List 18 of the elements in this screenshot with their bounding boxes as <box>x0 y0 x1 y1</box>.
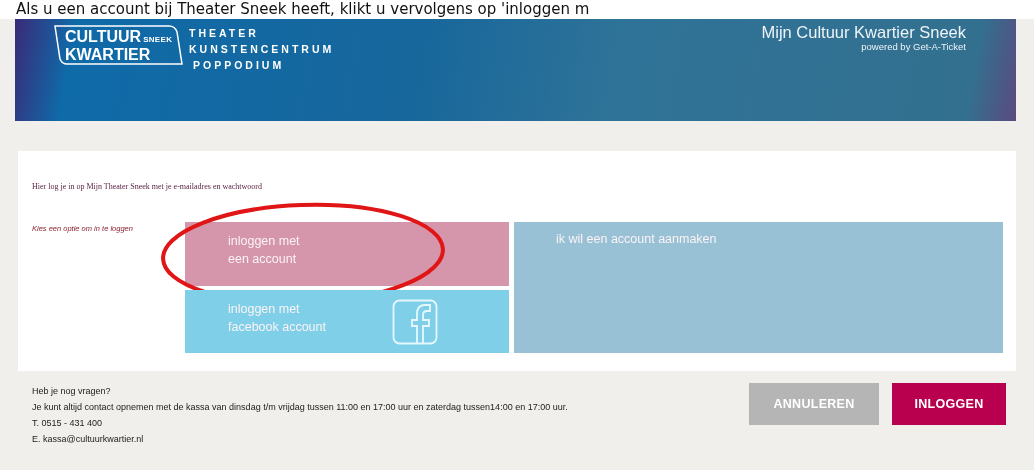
venue-label: POPPODIUM <box>192 58 286 73</box>
contact-text: Heb je nog vragen? <box>32 385 112 398</box>
cancel-button[interactable]: ANNULEREN <box>749 383 879 425</box>
venue-label: THEATER <box>189 26 260 41</box>
contact-text: T. 0515 - 431 400 <box>32 417 104 430</box>
intro-text: Hier log je in op Mijn Theater Sneek met je e-mailadres en wachtwoord <box>32 182 263 191</box>
caption-text: Als u een account bij Theater Sneek heeft, klikt u vervolgens op 'inloggen m <box>16 0 591 19</box>
contact-text: Je kunt altijd contact opnemen met de kassa van dinsdag t/m vrijdag tussen 11:00 en 17:00 uur en zaterdag tussen14:00 en 17:00 uur. <box>32 401 569 414</box>
logo[interactable]: CULTUUR SNEEK KWARTIER <box>51 23 183 67</box>
site-subtitle: powered by Get-A-Ticket <box>861 41 966 52</box>
facebook-icon <box>392 299 438 345</box>
contact-text: E. kassa@cultuurkwartier.nl <box>32 433 145 446</box>
site-title: Mijn Cultuur Kwartier Sneek <box>761 23 966 41</box>
facebook-login-button[interactable]: inloggen met facebook account <box>185 290 509 353</box>
login-button[interactable]: INLOGGEN <box>892 383 1006 425</box>
create-account-button[interactable]: ik wil een account aanmaken <box>514 222 1003 353</box>
venue-label: KUNSTENCENTRUM <box>189 42 335 57</box>
account-login-button[interactable]: inloggen met een account <box>185 222 509 286</box>
